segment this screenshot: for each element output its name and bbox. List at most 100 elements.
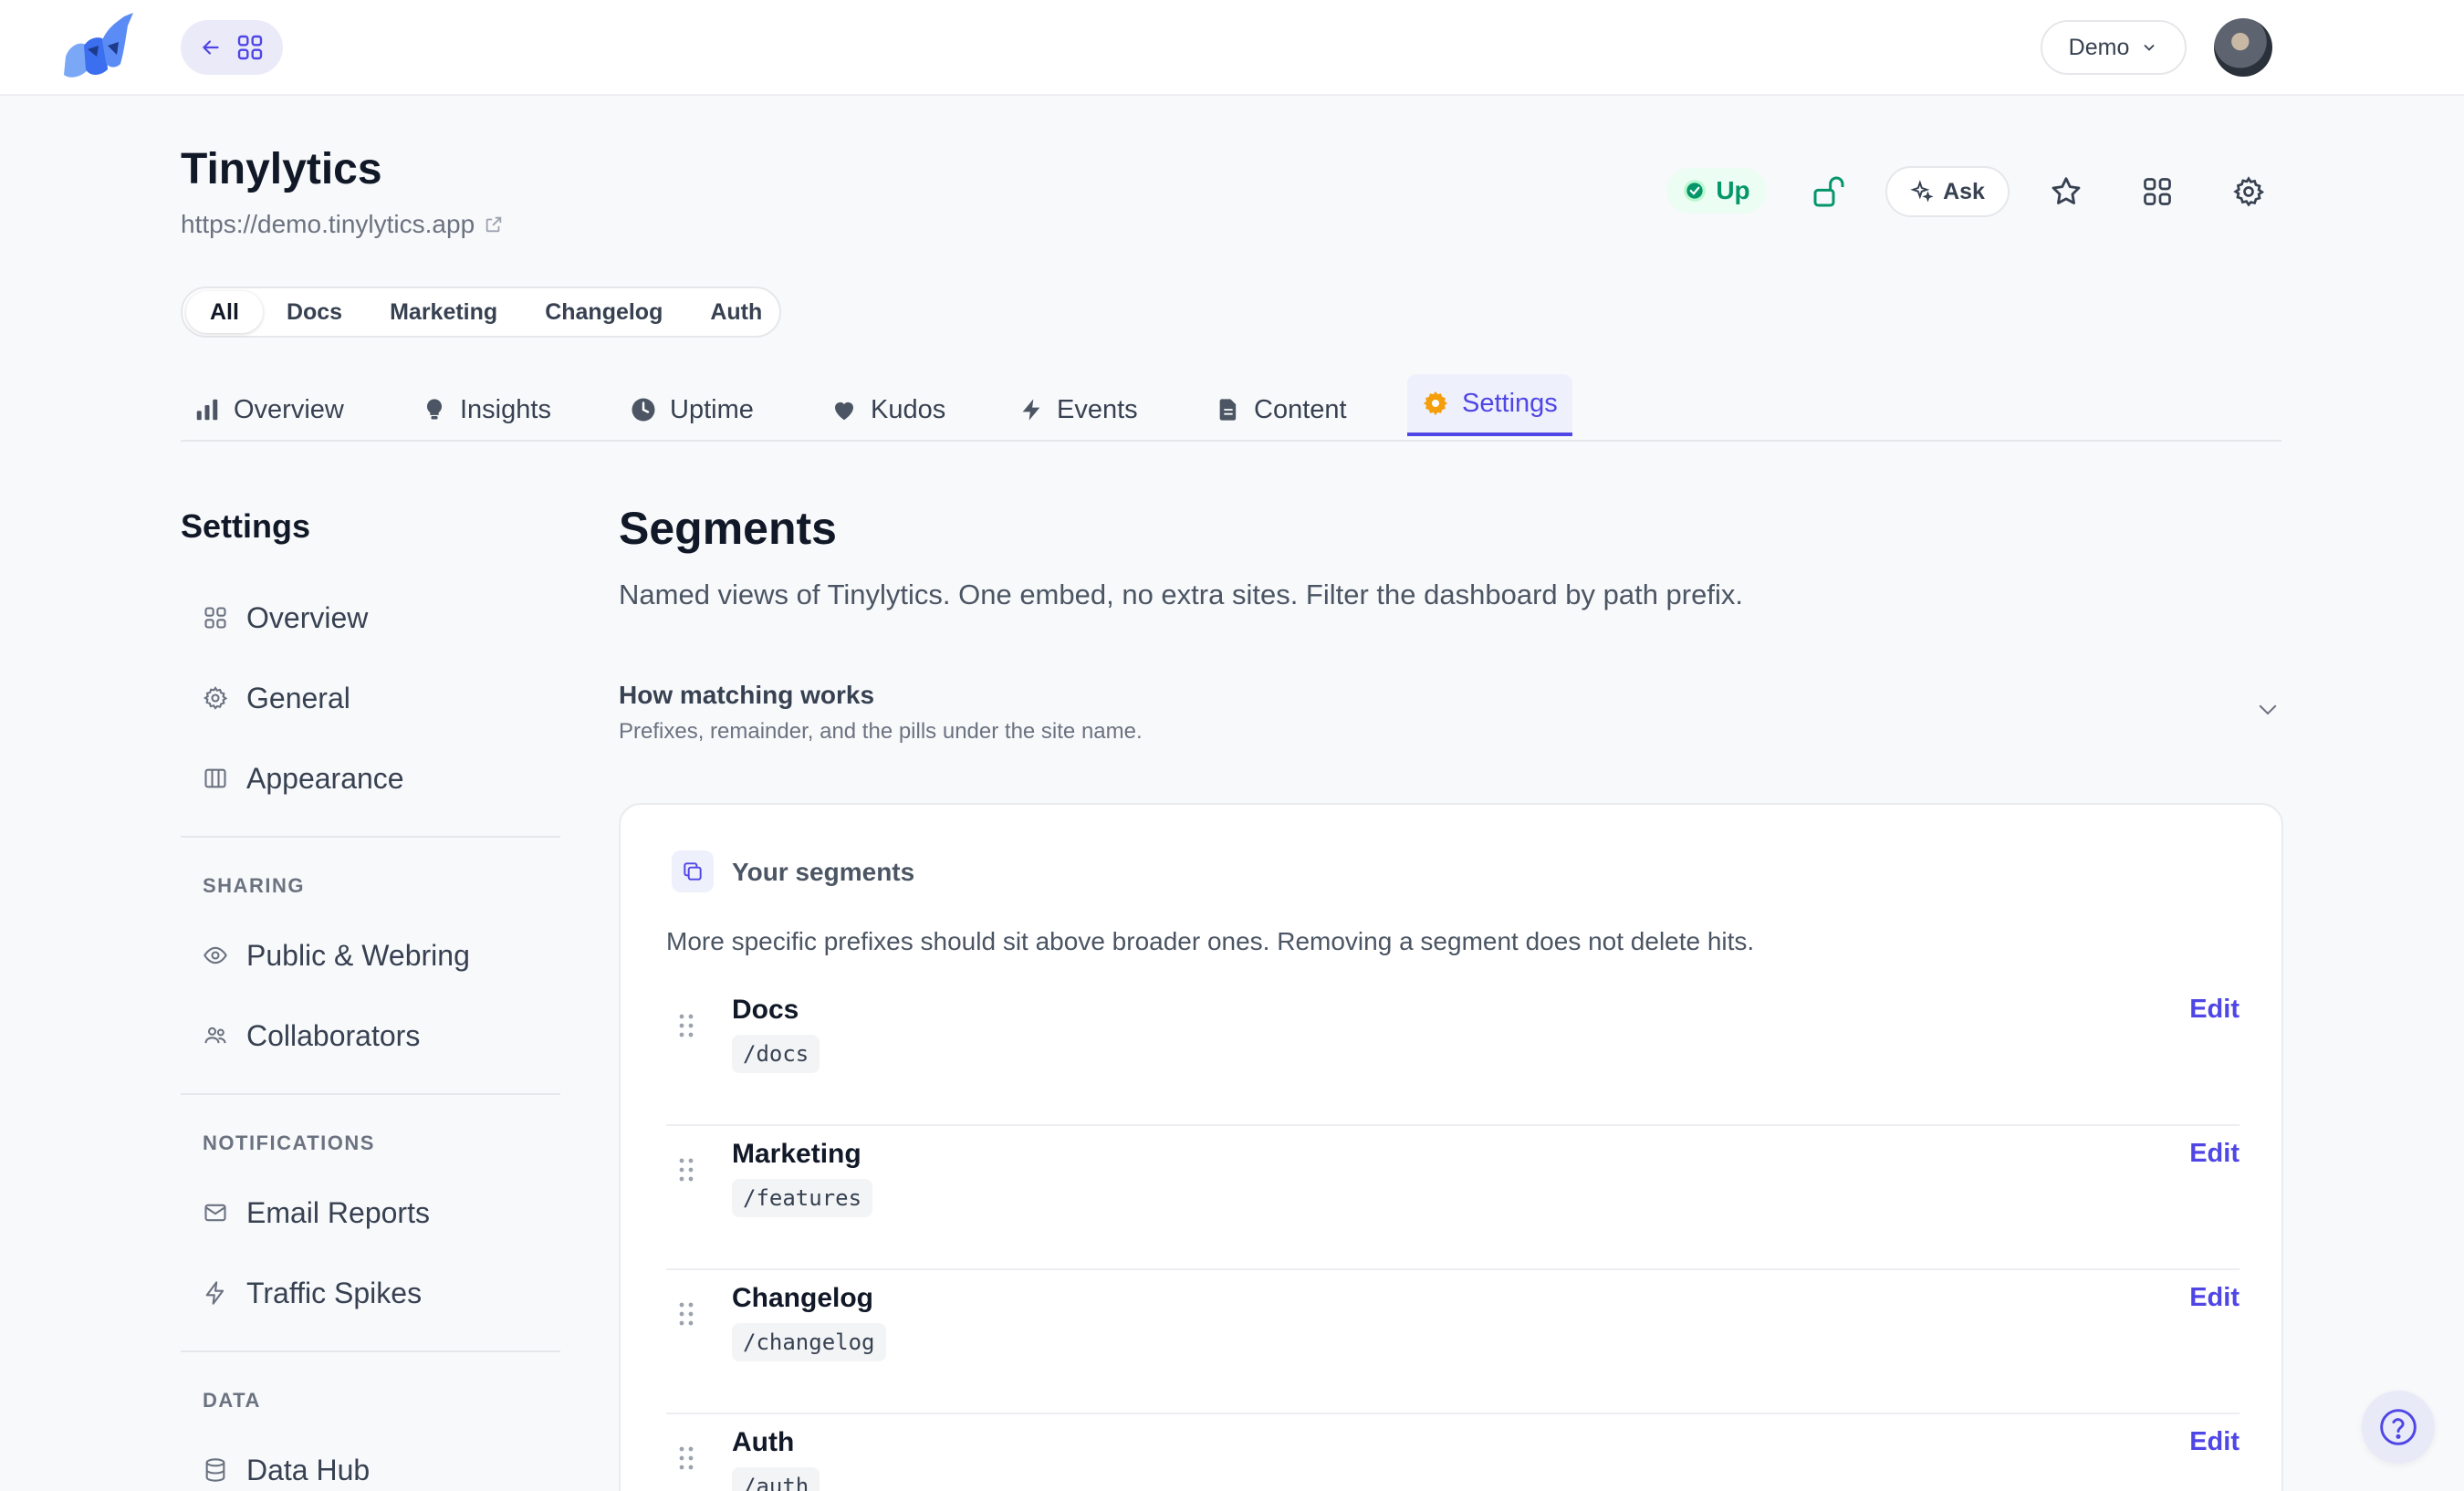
segment-prefix: /features bbox=[732, 1179, 873, 1217]
sidebar-item-traffic-spikes[interactable]: Traffic Spikes bbox=[203, 1270, 422, 1316]
tab-kudos[interactable]: Kudos bbox=[830, 378, 945, 442]
sidebar-item-appearance[interactable]: Appearance bbox=[203, 756, 404, 801]
mail-icon bbox=[204, 1204, 226, 1222]
sidebar-section-sharing: SHARING bbox=[203, 874, 305, 897]
segment-pill-docs[interactable]: Docs bbox=[263, 291, 366, 333]
status-label: Up bbox=[1716, 176, 1750, 204]
drag-handle-icon[interactable] bbox=[677, 1445, 695, 1471]
app-window: Demo Tinylytics https://demo.tinylytics.… bbox=[0, 0, 2464, 1491]
page-description: Named views of Tinylytics. One embed, no… bbox=[619, 579, 1743, 610]
unlock-icon bbox=[1813, 176, 1844, 207]
segment-name: Docs bbox=[732, 995, 799, 1025]
card-description: More specific prefixes should sit above … bbox=[666, 927, 1755, 955]
back-to-sites-button[interactable] bbox=[181, 20, 283, 75]
tab-events[interactable]: Events bbox=[1018, 378, 1138, 442]
eye-icon bbox=[204, 946, 227, 964]
ask-label: Ask bbox=[1943, 178, 1985, 204]
unlock-button[interactable] bbox=[1801, 164, 1856, 219]
sidebar-divider bbox=[181, 1350, 560, 1352]
segment-pill-marketing[interactable]: Marketing bbox=[366, 291, 521, 333]
site-url-link[interactable]: https://demo.tinylytics.app bbox=[181, 210, 504, 239]
top-bar: Demo bbox=[0, 0, 2464, 96]
sidebar-divider bbox=[181, 1093, 560, 1095]
grid-icon bbox=[237, 35, 263, 60]
sidebar-item-label: Email Reports bbox=[246, 1195, 430, 1229]
database-icon bbox=[205, 1458, 225, 1482]
page-title: Segments bbox=[619, 503, 837, 554]
sidebar-item-public-webring[interactable]: Public & Webring bbox=[203, 933, 470, 978]
external-link-icon bbox=[485, 216, 502, 233]
tab-insights[interactable]: Insights bbox=[422, 378, 551, 442]
help-button[interactable] bbox=[2362, 1391, 2435, 1464]
question-circle-icon bbox=[2380, 1409, 2417, 1445]
sidebar-item-label: Collaborators bbox=[246, 1018, 421, 1052]
tab-settings[interactable]: Settings bbox=[1407, 374, 1572, 436]
dashboard-grid-button[interactable] bbox=[2130, 164, 2185, 219]
gear-icon bbox=[2233, 176, 2265, 207]
uptime-status-badge[interactable]: Up bbox=[1666, 168, 1767, 214]
card-title: Your segments bbox=[732, 858, 915, 886]
segment-prefix: /changelog bbox=[732, 1323, 886, 1361]
edit-segment-button[interactable]: Edit bbox=[2189, 995, 2240, 1025]
sidebar-item-email-reports[interactable]: Email Reports bbox=[203, 1190, 430, 1236]
segment-name: Auth bbox=[732, 1427, 795, 1457]
site-url-text: https://demo.tinylytics.app bbox=[181, 210, 475, 238]
favorite-button[interactable] bbox=[2039, 164, 2093, 219]
segment-name: Changelog bbox=[732, 1283, 873, 1313]
sidebar-item-collaborators[interactable]: Collaborators bbox=[203, 1013, 420, 1058]
user-avatar[interactable] bbox=[2214, 18, 2272, 77]
sidebar-item-label: Traffic Spikes bbox=[246, 1276, 423, 1309]
drag-handle-icon[interactable] bbox=[677, 1013, 695, 1038]
segments-card: Your segments More specific prefixes sho… bbox=[619, 803, 2283, 1491]
workspace-label: Demo bbox=[2068, 34, 2130, 60]
app-logo[interactable] bbox=[60, 9, 141, 88]
heart-icon bbox=[835, 401, 853, 421]
edit-segment-button[interactable]: Edit bbox=[2189, 1283, 2240, 1313]
tab-uptime[interactable]: Uptime bbox=[630, 378, 754, 442]
edit-segment-button[interactable]: Edit bbox=[2189, 1427, 2240, 1457]
bar-chart-icon bbox=[196, 399, 218, 421]
sidebar-item-label: Appearance bbox=[246, 761, 404, 795]
sidebar-item-general[interactable]: General bbox=[203, 675, 350, 721]
drag-handle-icon[interactable] bbox=[677, 1301, 695, 1327]
site-tabs: Overview Insights Uptime Kudos Events Co… bbox=[181, 374, 2281, 442]
tab-content[interactable]: Content bbox=[1216, 378, 1347, 442]
gear-icon bbox=[203, 685, 228, 710]
columns-icon bbox=[204, 768, 226, 788]
grid-icon bbox=[204, 607, 226, 629]
bolt-icon bbox=[1022, 399, 1040, 421]
clock-icon bbox=[632, 398, 655, 422]
tab-overview[interactable]: Overview bbox=[193, 378, 344, 442]
sidebar-item-data-hub[interactable]: Data Hub bbox=[203, 1447, 370, 1491]
edit-segment-button[interactable]: Edit bbox=[2189, 1139, 2240, 1169]
lightbulb-icon bbox=[426, 399, 443, 420]
workspace-select[interactable]: Demo bbox=[2041, 20, 2187, 75]
segment-pill-all[interactable]: All bbox=[186, 291, 263, 333]
sidebar-item-label: Public & Webring bbox=[246, 938, 470, 972]
sidebar-item-label: General bbox=[246, 681, 350, 714]
bolt-icon bbox=[205, 1281, 224, 1305]
how-matching-works-toggle[interactable]: How matching works bbox=[619, 681, 874, 710]
star-icon bbox=[2052, 177, 2081, 204]
check-circle-icon bbox=[1684, 180, 1707, 202]
chevron-down-icon[interactable] bbox=[2254, 695, 2281, 723]
drag-handle-icon[interactable] bbox=[677, 1157, 695, 1183]
users-icon bbox=[204, 1027, 226, 1044]
segment-pill-auth[interactable]: Auth bbox=[686, 291, 786, 333]
sidebar-item-overview[interactable]: Overview bbox=[203, 595, 368, 641]
tab-label: Insights bbox=[460, 394, 551, 424]
segment-row: Changelog /changelog Edit bbox=[666, 1270, 2240, 1414]
segment-pill-changelog[interactable]: Changelog bbox=[521, 291, 686, 333]
site-title: Tinylytics bbox=[181, 145, 382, 193]
sparkles-icon bbox=[1910, 180, 1934, 203]
segment-prefix: /auth bbox=[732, 1467, 820, 1491]
tab-label: Kudos bbox=[871, 394, 946, 424]
sidebar-item-label: Data Hub bbox=[246, 1453, 371, 1486]
site-settings-button[interactable] bbox=[2221, 164, 2276, 219]
tab-label: Settings bbox=[1462, 388, 1558, 418]
segment-name: Marketing bbox=[732, 1139, 861, 1169]
copy-icon bbox=[672, 850, 714, 892]
ask-button[interactable]: Ask bbox=[1885, 166, 2010, 217]
document-icon bbox=[1219, 399, 1237, 421]
tab-label: Uptime bbox=[670, 394, 754, 424]
